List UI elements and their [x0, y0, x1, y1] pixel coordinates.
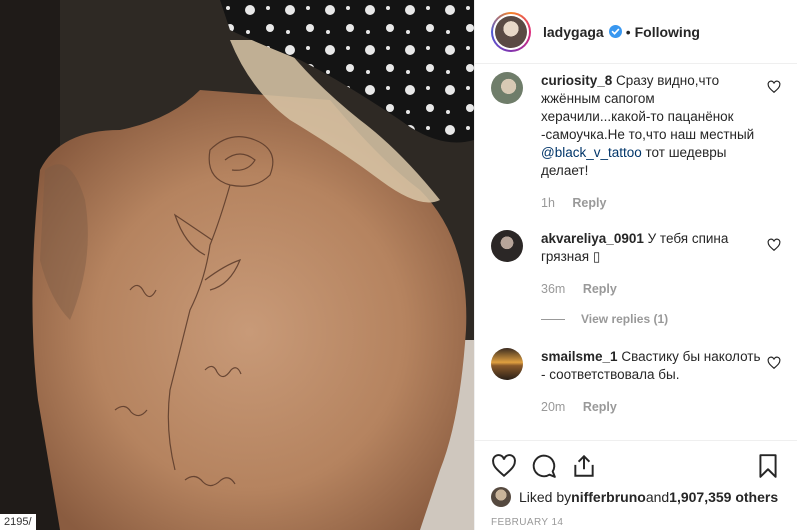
comment-username[interactable]: smailsme_1: [541, 349, 618, 364]
reply-button[interactable]: Reply: [583, 282, 617, 296]
photo-id-label: 2195/: [0, 514, 36, 530]
following-button[interactable]: Following: [635, 24, 700, 40]
comment-time[interactable]: 1h: [541, 196, 555, 210]
comment-item: curiosity_8 Сразу видно,что жжённым сапо…: [491, 72, 781, 212]
emoji-placeholder: ▯: [592, 249, 601, 264]
verified-badge-icon: [608, 25, 622, 38]
liker-avatar[interactable]: [491, 487, 511, 507]
action-bar: [491, 441, 781, 491]
likes-count[interactable]: 1,907,359 others: [669, 489, 778, 505]
comment-item: akvareliya_0901 У тебя спина грязная ▯ 3…: [491, 230, 781, 298]
liker-username[interactable]: nifferbruno: [571, 489, 646, 505]
comment-meta: 20m Reply: [541, 398, 761, 416]
comment-meta: 1h Reply: [541, 194, 761, 212]
share-icon[interactable]: [571, 453, 597, 479]
view-replies-label: View replies (1): [581, 312, 669, 326]
post-date[interactable]: FEBRUARY 14: [491, 517, 781, 528]
comment-time[interactable]: 36m: [541, 282, 565, 296]
comment-text: smailsme_1 Свастику бы наколоть - соотве…: [541, 348, 761, 384]
reply-button[interactable]: Reply: [572, 196, 606, 210]
comment-meta: 36m Reply: [541, 280, 761, 298]
comment-item: smailsme_1 Свастику бы наколоть - соотве…: [491, 348, 781, 416]
commenter-avatar[interactable]: [491, 72, 523, 104]
comment-text: akvareliya_0901 У тебя спина грязная ▯: [541, 230, 761, 266]
comment-like-heart-icon[interactable]: [767, 80, 781, 94]
comment-like-heart-icon[interactable]: [767, 356, 781, 370]
comments-list[interactable]: curiosity_8 Сразу видно,что жжённым сапо…: [475, 64, 797, 440]
header-separator: •: [625, 23, 631, 40]
replies-divider-line: [541, 318, 565, 320]
commenter-avatar[interactable]: [491, 348, 523, 380]
author-username[interactable]: ladygaga: [543, 24, 604, 40]
comment-text: curiosity_8 Сразу видно,что жжённым сапо…: [541, 72, 761, 180]
likes-middle: and: [645, 489, 670, 505]
post-side-panel: ladygaga • Following curiosity_8 Сразу в…: [474, 0, 797, 530]
reply-button[interactable]: Reply: [583, 400, 617, 414]
post-actions-area: Liked by nifferbruno and 1,907,359 other…: [475, 440, 797, 530]
post-header: ladygaga • Following: [475, 0, 797, 64]
heart-icon[interactable]: [491, 453, 517, 479]
comment-time[interactable]: 20m: [541, 400, 565, 414]
comment-icon[interactable]: [531, 453, 557, 479]
likes-summary[interactable]: Liked by nifferbruno and 1,907,359 other…: [491, 487, 781, 507]
commenter-avatar[interactable]: [491, 230, 523, 262]
post-photo[interactable]: 2195/: [0, 0, 474, 530]
view-replies-button[interactable]: View replies (1): [541, 312, 781, 326]
comment-mention-link[interactable]: @black_v_tattoo: [541, 145, 642, 160]
likes-prefix: Liked by: [519, 489, 572, 505]
author-avatar[interactable]: [491, 11, 531, 52]
bookmark-icon[interactable]: [755, 453, 781, 479]
comment-username[interactable]: akvareliya_0901: [541, 231, 644, 246]
tattoo-back-image: [0, 0, 474, 530]
comment-username[interactable]: curiosity_8: [541, 73, 612, 88]
comment-like-heart-icon[interactable]: [767, 238, 781, 252]
